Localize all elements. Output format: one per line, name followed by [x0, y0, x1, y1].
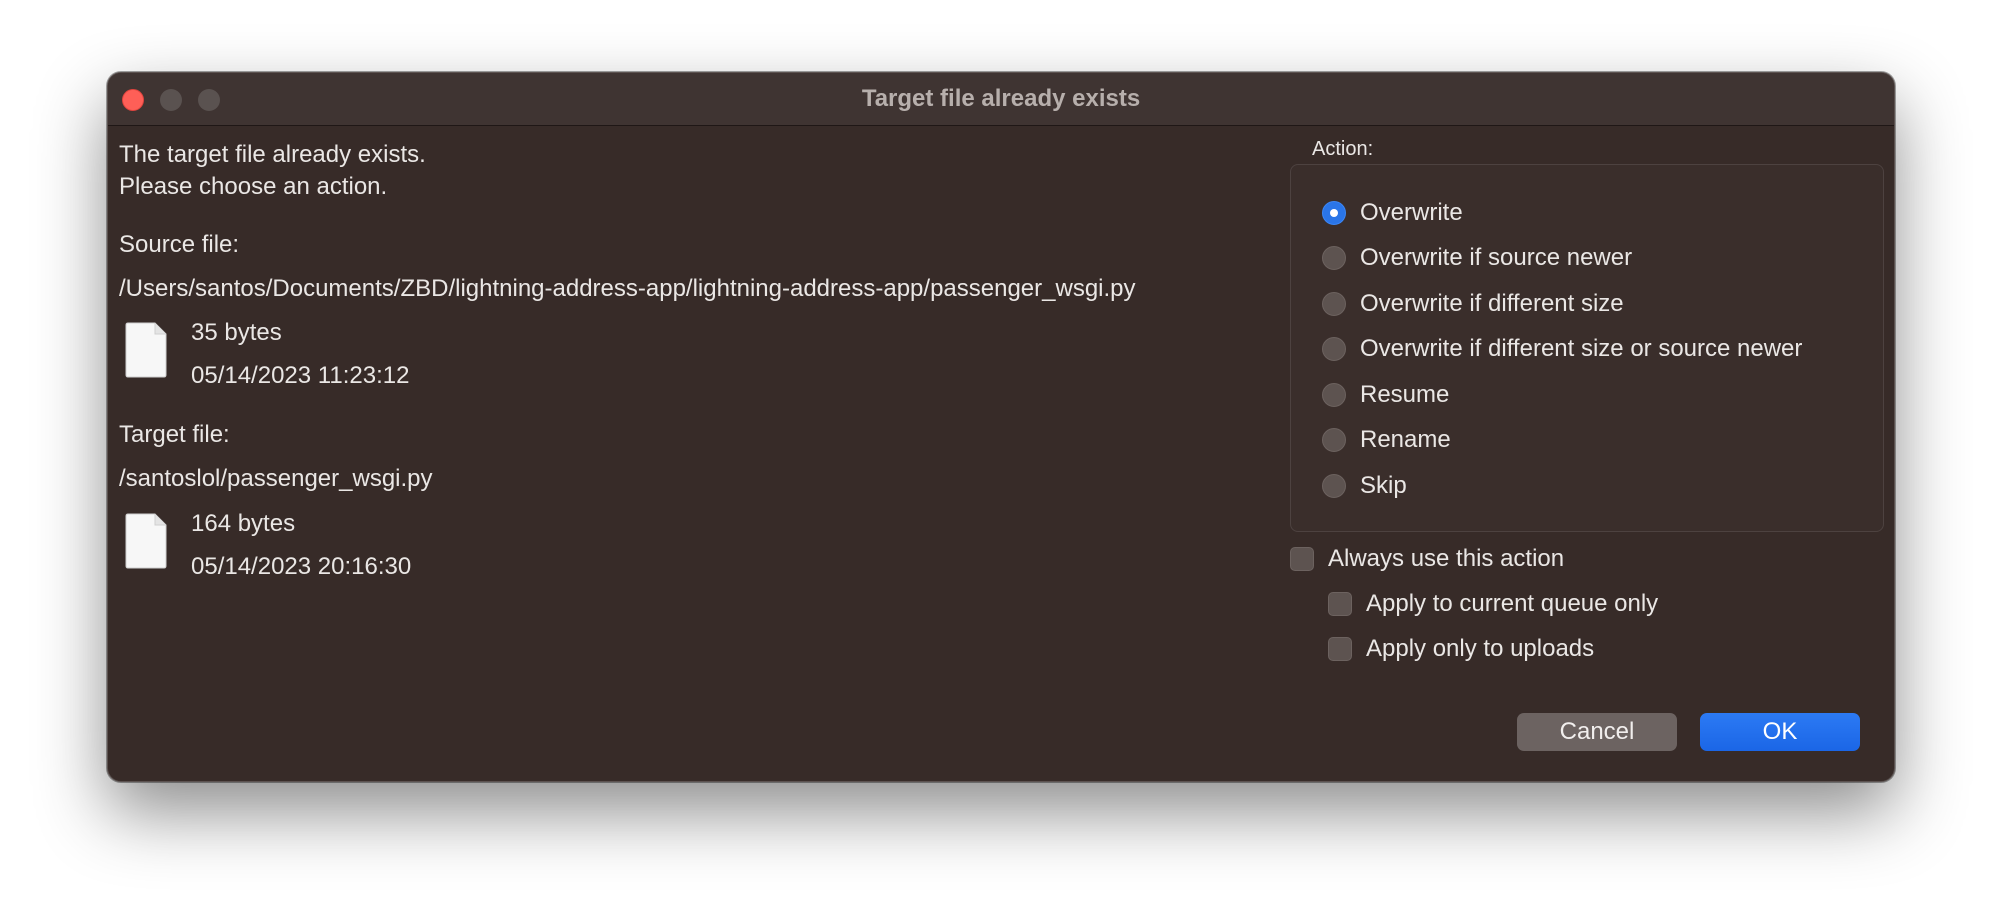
radio-button[interactable] [1322, 246, 1346, 270]
checkbox[interactable] [1328, 592, 1352, 616]
radio-button[interactable] [1322, 337, 1346, 361]
message-line-2: Please choose an action. [119, 173, 388, 200]
radio-button[interactable] [1322, 428, 1346, 452]
radio-label[interactable]: Overwrite [1360, 199, 1463, 227]
radio-button[interactable] [1322, 201, 1346, 225]
source-document-icon [125, 322, 167, 378]
ok-button[interactable]: OK [1700, 713, 1860, 751]
checkbox[interactable] [1290, 547, 1314, 571]
cancel-button[interactable]: Cancel [1517, 713, 1677, 751]
radio-label[interactable]: Overwrite if source newer [1360, 244, 1632, 272]
target-file-size: 164 bytes [191, 510, 296, 537]
target-file-heading: Target file: [119, 421, 230, 448]
radio-button[interactable] [1322, 474, 1346, 498]
target-document-icon [125, 513, 167, 569]
checkbox[interactable] [1328, 637, 1352, 661]
source-file-heading: Source file: [119, 231, 240, 258]
radio-label[interactable]: Skip [1360, 472, 1407, 500]
checkbox-label[interactable]: Always use this action [1328, 545, 1564, 573]
radio-button[interactable] [1322, 383, 1346, 407]
radio-label[interactable]: Overwrite if different size [1360, 290, 1624, 318]
dialog-window: Target file already exists The target fi… [107, 72, 1895, 782]
target-file-modified: 05/14/2023 20:16:30 [191, 553, 412, 580]
title-bar: Target file already exists [108, 73, 1894, 126]
source-file-modified: 05/14/2023 11:23:12 [191, 362, 410, 389]
target-file-path: /santoslol/passenger_wsgi.py [119, 465, 433, 492]
radio-button[interactable] [1322, 292, 1346, 316]
radio-label[interactable]: Resume [1360, 381, 1449, 409]
message-line-1: The target file already exists. [119, 141, 426, 168]
radio-label[interactable]: Rename [1360, 426, 1451, 454]
radio-label[interactable]: Overwrite if different size or source ne… [1360, 335, 1802, 363]
checkbox-label[interactable]: Apply to current queue only [1366, 590, 1658, 618]
action-heading: Action: [1312, 138, 1374, 160]
source-file-path: /Users/santos/Documents/ZBD/lightning-ad… [119, 275, 1136, 302]
checkbox-label[interactable]: Apply only to uploads [1366, 635, 1594, 663]
window-title: Target file already exists [861, 85, 1141, 112]
source-file-size: 35 bytes [191, 319, 282, 346]
